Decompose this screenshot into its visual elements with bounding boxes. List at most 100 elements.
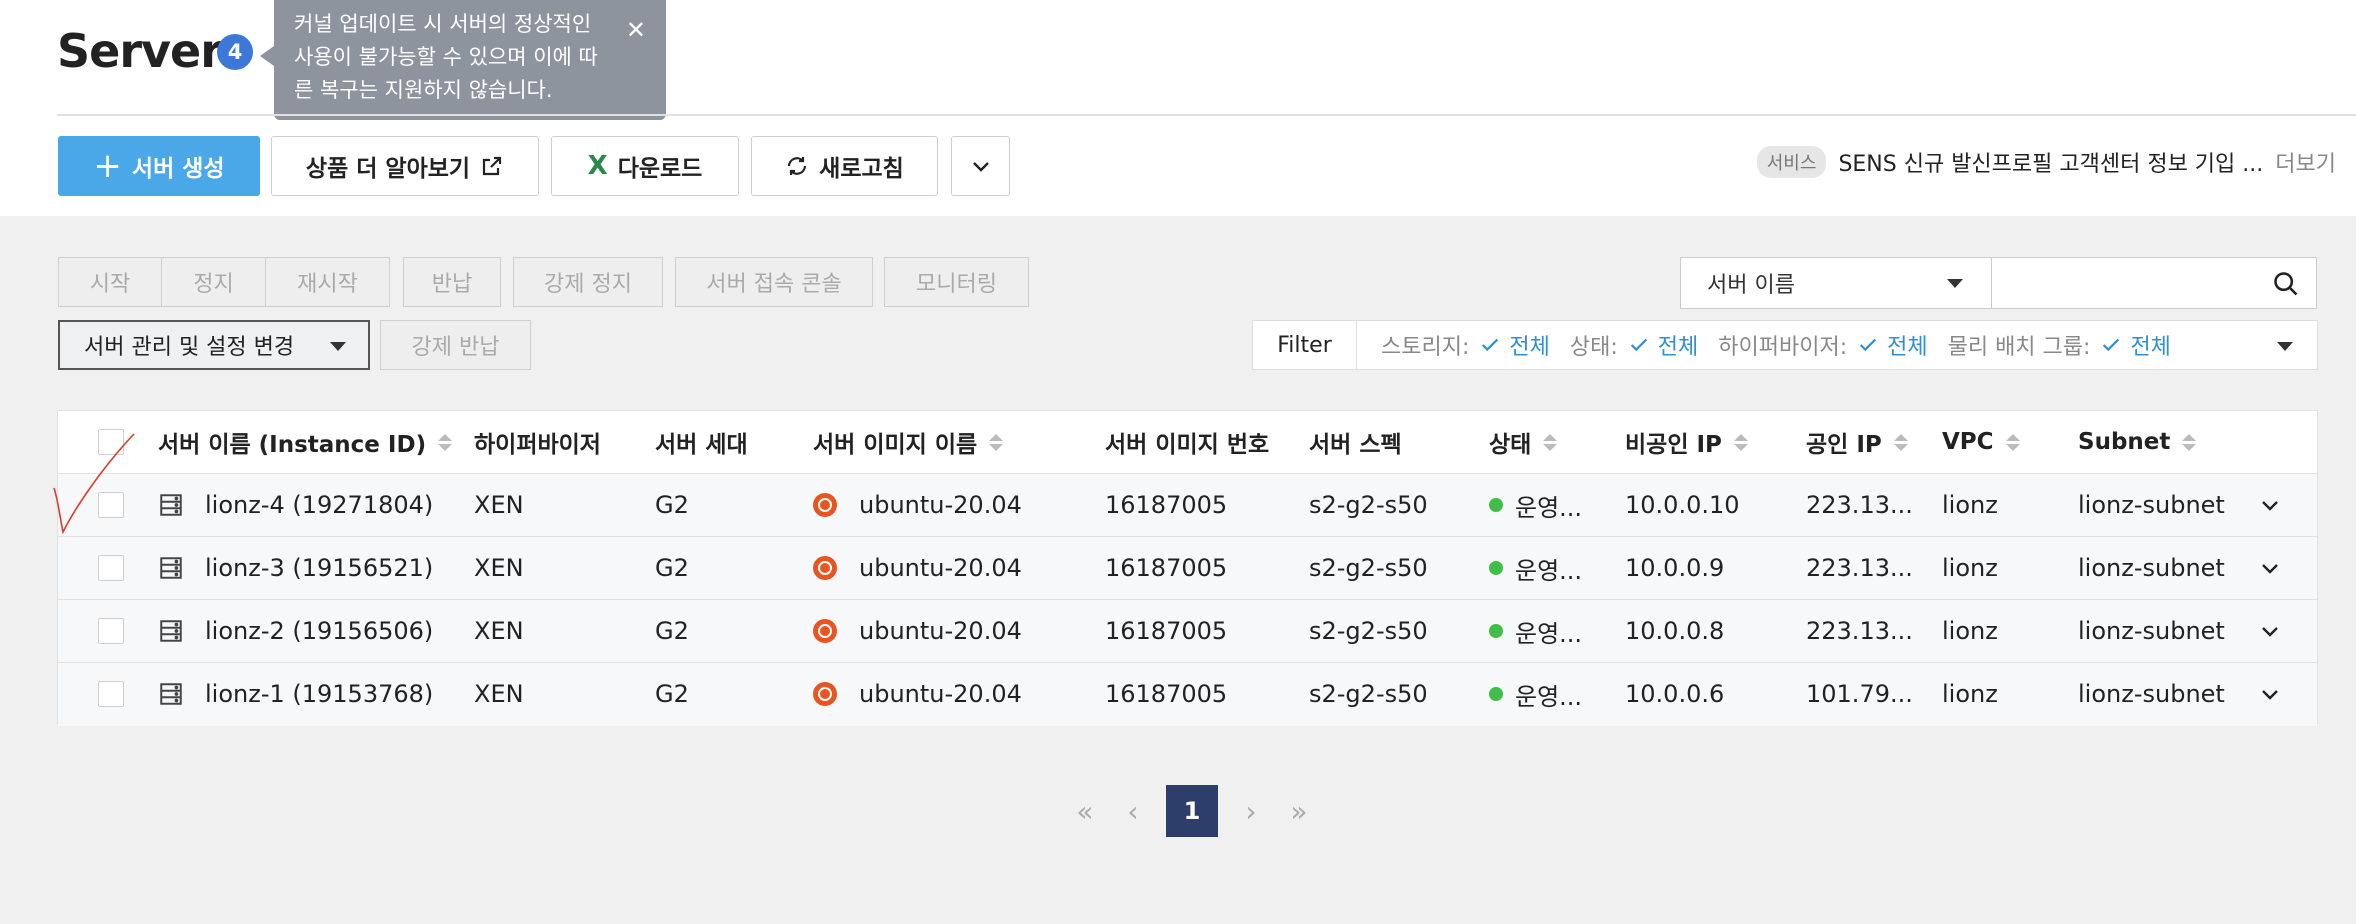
server-name[interactable]: lionz-2 (19156506): [205, 600, 433, 662]
cell-spec: s2-g2-s50: [1309, 680, 1428, 708]
stop-button[interactable]: 정지: [161, 257, 266, 307]
search-input[interactable]: [1991, 257, 2317, 309]
chevron-down-icon[interactable]: [2258, 619, 2282, 643]
cell-subnet: lionz-subnet: [2078, 491, 2225, 519]
refresh-icon: [788, 157, 807, 175]
status-text: 운영...: [1515, 619, 1583, 648]
filter-expand-icon[interactable]: [2277, 342, 2293, 351]
server-name[interactable]: lionz-3 (19156521): [205, 537, 433, 599]
search-icon[interactable]: [2272, 270, 2300, 298]
server-name[interactable]: lionz-1 (19153768): [205, 663, 433, 725]
create-server-button[interactable]: + 서버 생성: [58, 136, 260, 196]
more-options-button[interactable]: [951, 136, 1010, 196]
status-running-icon: [1489, 624, 1503, 638]
chevron-down-icon[interactable]: [2258, 556, 2282, 580]
close-icon[interactable]: ✕: [626, 14, 646, 47]
col-vpc[interactable]: VPC: [1942, 411, 2020, 473]
row-checkbox[interactable]: [98, 681, 124, 707]
col-server-name[interactable]: 서버 이름 (Instance ID): [158, 411, 453, 473]
col-status[interactable]: 상태: [1489, 411, 1558, 473]
check-icon: [1630, 338, 1647, 352]
cell-gen: G2: [655, 554, 689, 582]
sort-icon: [2005, 433, 2020, 451]
status-text: 운영...: [1515, 493, 1583, 522]
filter-hypervisor[interactable]: 하이퍼바이저: 전체: [1718, 329, 1927, 361]
server-count-badge: 4: [217, 34, 253, 70]
red-check-annotation: [53, 433, 135, 535]
server-icon: [160, 494, 182, 516]
cell-spec: s2-g2-s50: [1309, 491, 1428, 519]
prev-page-icon[interactable]: ‹: [1118, 795, 1148, 828]
console-button[interactable]: 서버 접속 콘솔: [675, 257, 873, 307]
ubuntu-icon: [813, 556, 837, 580]
ubuntu-icon: [813, 682, 837, 706]
filter-label: Filter: [1253, 321, 1357, 369]
col-private-ip[interactable]: 비공인 IP: [1625, 411, 1748, 473]
filter-placement-group[interactable]: 물리 배치 그룹: 전체: [1948, 329, 2171, 361]
row-checkbox[interactable]: [98, 555, 124, 581]
title-divider: [57, 114, 2356, 116]
learn-more-button[interactable]: 상품 더 알아보기: [271, 136, 539, 196]
server-management-dropdown[interactable]: 서버 관리 및 설정 변경: [58, 320, 370, 370]
col-subnet[interactable]: Subnet: [2078, 411, 2197, 473]
check-icon: [1482, 338, 1499, 352]
ubuntu-icon: [813, 619, 837, 643]
pagination: « ‹ 1 › »: [1070, 785, 1314, 837]
refresh-button[interactable]: 새로고침: [751, 136, 938, 196]
last-page-icon[interactable]: »: [1284, 795, 1314, 828]
monitoring-button[interactable]: 모니터링: [884, 257, 1029, 307]
server-table: 서버 이름 (Instance ID) 하이퍼바이저 서버 세대 서버 이미지 …: [57, 410, 2318, 726]
service-notice: 서비스 SENS 신규 발신프로필 고객센터 정보 기입 ... 더보기: [1756, 146, 2336, 178]
caret-down-icon: [1947, 279, 1963, 288]
status-running-icon: [1489, 498, 1503, 512]
cell-hypervisor: XEN: [474, 491, 524, 519]
status-text: 운영...: [1515, 556, 1583, 585]
cell-image-no: 16187005: [1105, 554, 1228, 582]
search-field-select[interactable]: 서버 이름: [1680, 257, 1992, 309]
force-stop-button[interactable]: 강제 정지: [513, 257, 663, 307]
col-image-name[interactable]: 서버 이미지 이름: [813, 411, 1004, 473]
start-button[interactable]: 시작: [58, 257, 162, 307]
filter-storage[interactable]: 스토리지: 전체: [1381, 329, 1550, 361]
cell-hypervisor: XEN: [474, 554, 524, 582]
status-running-icon: [1489, 687, 1503, 701]
sort-icon: [1543, 433, 1558, 451]
chevron-down-icon[interactable]: [2258, 493, 2282, 517]
cell-subnet: lionz-subnet: [2078, 680, 2225, 708]
table-row[interactable]: lionz-3 (19156521) XEN G2 ubuntu-20.04 16187…: [58, 537, 2317, 600]
cell-spec: s2-g2-s50: [1309, 617, 1428, 645]
tooltip-arrow: [260, 46, 274, 66]
page-1-button[interactable]: 1: [1166, 785, 1218, 837]
cell-gen: G2: [655, 491, 689, 519]
chevron-down-icon[interactable]: [2258, 682, 2282, 706]
external-link-icon: [482, 156, 502, 176]
force-return-button[interactable]: 강제 반납: [380, 320, 531, 370]
first-page-icon[interactable]: «: [1070, 795, 1100, 828]
table-row[interactable]: lionz-2 (19156506) XEN G2 ubuntu-20.04 16187…: [58, 600, 2317, 663]
cell-private-ip: 10.0.0.10: [1625, 491, 1740, 519]
cell-image-no: 16187005: [1105, 491, 1228, 519]
image-name: ubuntu-20.04: [859, 680, 1022, 708]
next-page-icon[interactable]: ›: [1236, 795, 1266, 828]
download-button[interactable]: X 다운로드: [551, 136, 739, 196]
cell-vpc: lionz: [1942, 680, 1998, 708]
ubuntu-icon: [813, 493, 837, 517]
table-row[interactable]: lionz-1 (19153768) XEN G2 ubuntu-20.04 16187…: [58, 663, 2317, 726]
row-checkbox[interactable]: [98, 618, 124, 644]
cell-private-ip: 10.0.0.6: [1625, 680, 1725, 708]
col-hypervisor: 하이퍼바이저: [474, 432, 601, 458]
table-row[interactable]: lionz-4 (19271804) XEN G2 ubuntu-20.04 16187…: [58, 474, 2317, 537]
notice-tag: 서비스: [1756, 146, 1827, 178]
filter-status[interactable]: 상태: 전체: [1570, 329, 1698, 361]
notice-text[interactable]: SENS 신규 발신프로필 고객센터 정보 기입 ...: [1838, 146, 2263, 178]
sort-icon: [1733, 433, 1748, 451]
cell-vpc: lionz: [1942, 491, 1998, 519]
col-public-ip[interactable]: 공인 IP: [1806, 411, 1908, 473]
server-name[interactable]: lionz-4 (19271804): [205, 474, 433, 536]
sort-icon: [1893, 433, 1908, 451]
cell-image-no: 16187005: [1105, 617, 1228, 645]
notice-more-link[interactable]: 더보기: [2275, 146, 2336, 178]
cell-public-ip: 101.79...: [1806, 680, 1913, 708]
restart-button[interactable]: 재시작: [265, 257, 390, 307]
return-button[interactable]: 반납: [403, 257, 501, 307]
